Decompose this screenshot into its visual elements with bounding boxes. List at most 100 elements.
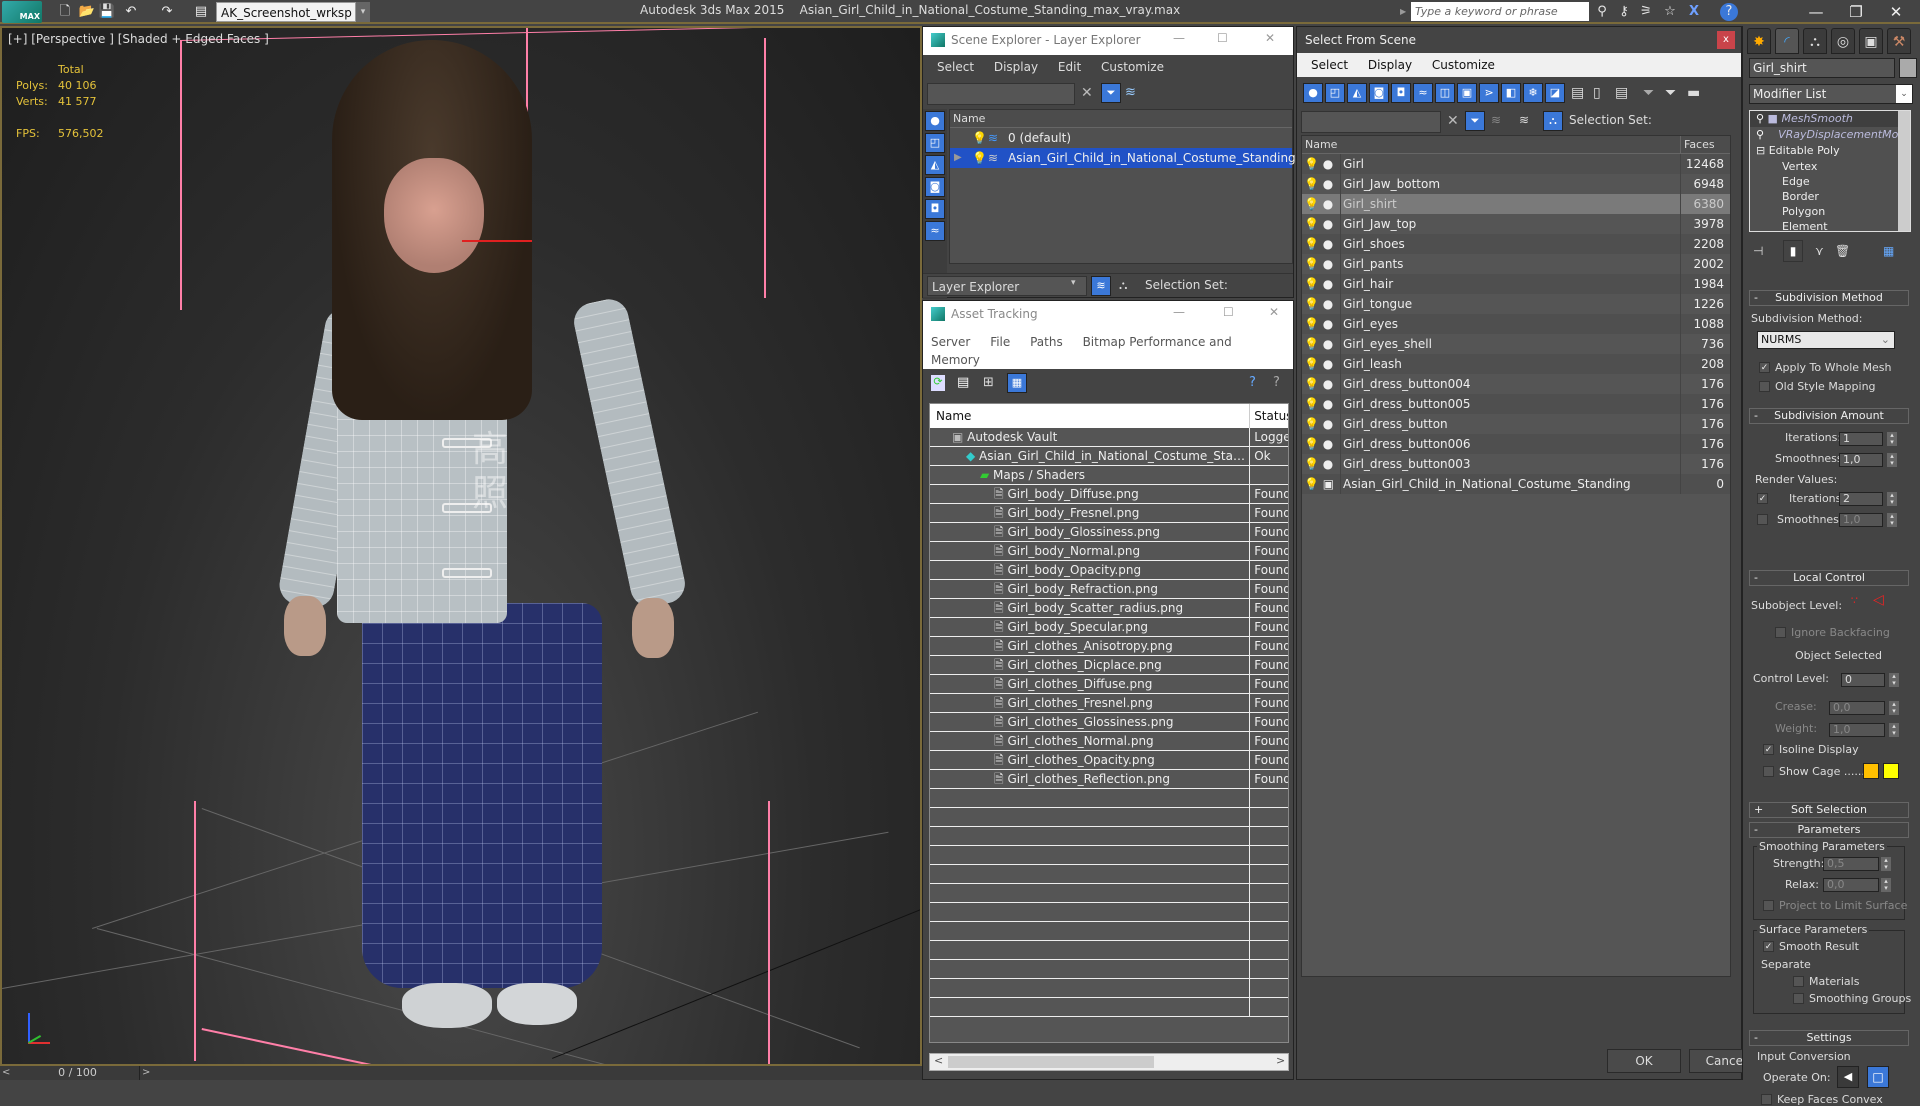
light-bulb-icon[interactable]: 💡 — [1304, 397, 1319, 411]
show-cage-checkbox[interactable] — [1763, 766, 1774, 777]
menu-display[interactable]: Display — [994, 60, 1038, 74]
frame-counter[interactable]: 0 / 100 — [16, 1066, 140, 1080]
undo-icon[interactable]: ↶ — [122, 3, 140, 21]
menu-file[interactable]: File — [990, 335, 1010, 349]
chevron-down-icon[interactable]: ⌄ — [1896, 85, 1912, 103]
asset-row[interactable]: 🗎 Girl_body_Diffuse.png Found — [930, 485, 1288, 504]
object-name-input[interactable]: Girl_shirt — [1749, 58, 1895, 78]
object-row[interactable]: 💡 ● Girl_dress_button003 176 — [1302, 454, 1730, 474]
select-search-input[interactable] — [1301, 111, 1441, 133]
separate-materials-checkbox[interactable] — [1793, 976, 1804, 987]
binoculars-icon[interactable]: ⚲ — [1592, 2, 1612, 22]
layer-settings-icon[interactable]: ≋ — [1125, 85, 1136, 100]
ok-button[interactable]: OK — [1607, 1049, 1681, 1073]
isoline-display-checkbox[interactable]: ✓ — [1763, 744, 1774, 755]
light-bulb-icon[interactable]: 💡 — [1304, 417, 1319, 431]
menu-bitmap-performance[interactable]: Bitmap Performance and Memory — [931, 335, 1232, 367]
asset-row[interactable]: 🗎 Girl_clothes_Dicplace.png Found — [930, 656, 1288, 675]
filter-icon[interactable]: ⏷ — [1101, 83, 1121, 103]
object-row[interactable]: 💡 ● Girl_dress_button 176 — [1302, 414, 1730, 434]
help-icon[interactable]: ? — [1249, 375, 1256, 390]
hidden-filter-icon[interactable]: ◪ — [1545, 83, 1565, 103]
spinner-arrows-icon[interactable]: ▴ ▾ — [1889, 723, 1899, 737]
modifier-list-dropdown[interactable]: Modifier List ⌄ — [1749, 84, 1913, 104]
object-row[interactable]: 💡 ● Girl_dress_button004 176 — [1302, 374, 1730, 394]
lights-filter-icon[interactable]: ◭ — [1347, 83, 1367, 103]
scroll-left-icon[interactable]: < — [934, 1054, 943, 1067]
asset-row[interactable]: 🗎 Girl_clothes_Opacity.png Found — [930, 751, 1288, 770]
asset-row[interactable]: 🗎 Girl_body_Scatter_radius.png Found — [930, 599, 1288, 618]
chevron-down-icon[interactable]: ▾ — [1071, 278, 1076, 288]
subdivision-method-select[interactable]: NURMS ⌄ — [1757, 331, 1895, 349]
light-bulb-icon[interactable]: 💡 — [1304, 337, 1319, 351]
minimize-button[interactable]: — — [1173, 31, 1185, 45]
viewport-label[interactable]: [+] [Perspective ] [Shaded + Edged Faces… — [8, 32, 269, 46]
time-slider[interactable]: < 0 / 100 > — [0, 1066, 922, 1080]
spinner-arrows-icon[interactable]: ▴ ▾ — [1881, 878, 1891, 892]
close-button[interactable]: ✕ — [1876, 0, 1916, 24]
object-row[interactable]: 💡 ● Girl_Jaw_top 3978 — [1302, 214, 1730, 234]
display-invert-icon[interactable]: ▤ — [1615, 85, 1628, 101]
cameras-filter-icon[interactable]: ◙ — [1369, 83, 1389, 103]
key-icon[interactable]: ⚷ — [1614, 2, 1634, 22]
menu-customize[interactable]: Customize — [1432, 58, 1495, 72]
object-row[interactable]: 💡 ▣ Asian_Girl_Child_in_National_Costume_… — [1302, 474, 1730, 494]
table-view-icon[interactable]: ▦ — [1007, 373, 1027, 393]
maximize-button[interactable]: ☐ — [1217, 31, 1228, 45]
operate-on-polygons-icon[interactable]: □ — [1867, 1066, 1889, 1088]
right-hand-mesh[interactable] — [632, 598, 674, 658]
satellite-icon[interactable]: ⚞ — [1636, 2, 1656, 22]
layer-row[interactable]: 💡 ≋ 0 (default) — [950, 128, 1292, 148]
helpers-filter-icon[interactable]: ◘ — [925, 199, 945, 219]
spacewarps-filter-icon[interactable]: ≈ — [1413, 83, 1433, 103]
asset-row[interactable]: 🗎 Girl_clothes_Diffuse.png Found — [930, 675, 1288, 694]
scrollbar-thumb[interactable] — [948, 1056, 1154, 1068]
stack-subitem-border[interactable]: Border — [1750, 189, 1910, 204]
geometry-filter-icon[interactable]: ● — [1303, 83, 1323, 103]
left-hand-mesh[interactable] — [284, 596, 326, 656]
object-row[interactable]: 💡 ● Girl_eyes_shell 736 — [1302, 334, 1730, 354]
filter-funnel-icon[interactable]: ⏷ — [1643, 85, 1654, 101]
light-bulb-icon[interactable]: 💡 — [1304, 157, 1319, 171]
spinner-arrows-icon[interactable]: ▴ ▾ — [1881, 857, 1891, 871]
vertex-subobject-icon[interactable]: ∵ — [1851, 594, 1858, 607]
xrefs-filter-icon[interactable]: ▣ — [1457, 83, 1477, 103]
object-row[interactable]: 💡 ● Girl_shirt 6380 — [1302, 194, 1730, 214]
next-frame-button[interactable]: > — [142, 1066, 156, 1080]
column-header-name[interactable]: Name — [950, 110, 1292, 128]
operate-on-triangles-icon[interactable]: ◀ — [1837, 1066, 1859, 1088]
perspective-viewport[interactable]: 高照 [+] [Perspective ] [Shaded + Edged Fa… — [0, 26, 922, 1066]
object-row[interactable]: 💡 ● Girl_shoes 2208 — [1302, 234, 1730, 254]
object-row[interactable]: 💡 ● Girl_tongue 1226 — [1302, 294, 1730, 314]
rollout-parameters[interactable]: - Parameters — [1749, 822, 1909, 838]
pants-mesh[interactable] — [362, 603, 602, 988]
remove-modifier-icon[interactable]: 🗑 — [1835, 244, 1850, 258]
edge-subobject-icon[interactable]: ◁ — [1873, 592, 1884, 608]
asset-row[interactable]: 🗎 Girl_clothes_Anisotropy.png Found — [930, 637, 1288, 656]
asset-row[interactable]: ▰ Maps / Shaders — [930, 466, 1288, 485]
asset-row[interactable]: 🗎 Girl_body_Fresnel.png Found — [930, 504, 1288, 523]
separate-smoothing-groups-checkbox[interactable] — [1793, 993, 1804, 1004]
render-iterations-spinner[interactable]: 2 — [1839, 492, 1883, 506]
hierarchy-mode-icon[interactable]: ⛬ — [1119, 278, 1127, 293]
spinner-arrows-icon[interactable]: ▴ ▾ — [1889, 673, 1899, 687]
refresh-icon[interactable]: ⟳ — [931, 375, 945, 391]
scene-explorer-search-input[interactable] — [927, 83, 1075, 105]
light-bulb-icon[interactable]: 💡 — [1304, 237, 1319, 251]
redo-icon[interactable]: ↷ — [158, 3, 176, 21]
render-smoothness-spinner[interactable]: 1,0 — [1839, 513, 1883, 527]
object-row[interactable]: 💡 ● Girl_Jaw_bottom 6948 — [1302, 174, 1730, 194]
asset-row[interactable]: 🗎 Girl_body_Glossiness.png Found — [930, 523, 1288, 542]
scroll-right-icon[interactable]: > — [1276, 1054, 1285, 1067]
object-row[interactable]: 💡 ● Girl 12468 — [1302, 154, 1730, 174]
rollout-subdivision-method[interactable]: - Subdivision Method — [1749, 290, 1909, 306]
asset-row[interactable]: 🗎 Girl_clothes_Glossiness.png Found — [930, 713, 1288, 732]
rollout-soft-selection[interactable]: + Soft Selection — [1749, 802, 1909, 818]
minimize-button[interactable]: — — [1796, 0, 1836, 24]
configure-modifier-sets-icon[interactable]: ▦ — [1883, 244, 1894, 258]
groups-filter-icon[interactable]: ◫ — [1435, 83, 1455, 103]
menu-server[interactable]: Server — [931, 335, 970, 349]
keep-faces-convex-checkbox[interactable] — [1761, 1094, 1772, 1105]
menu-edit[interactable]: Edit — [1058, 60, 1081, 74]
close-button[interactable]: ✕ — [1269, 305, 1279, 319]
